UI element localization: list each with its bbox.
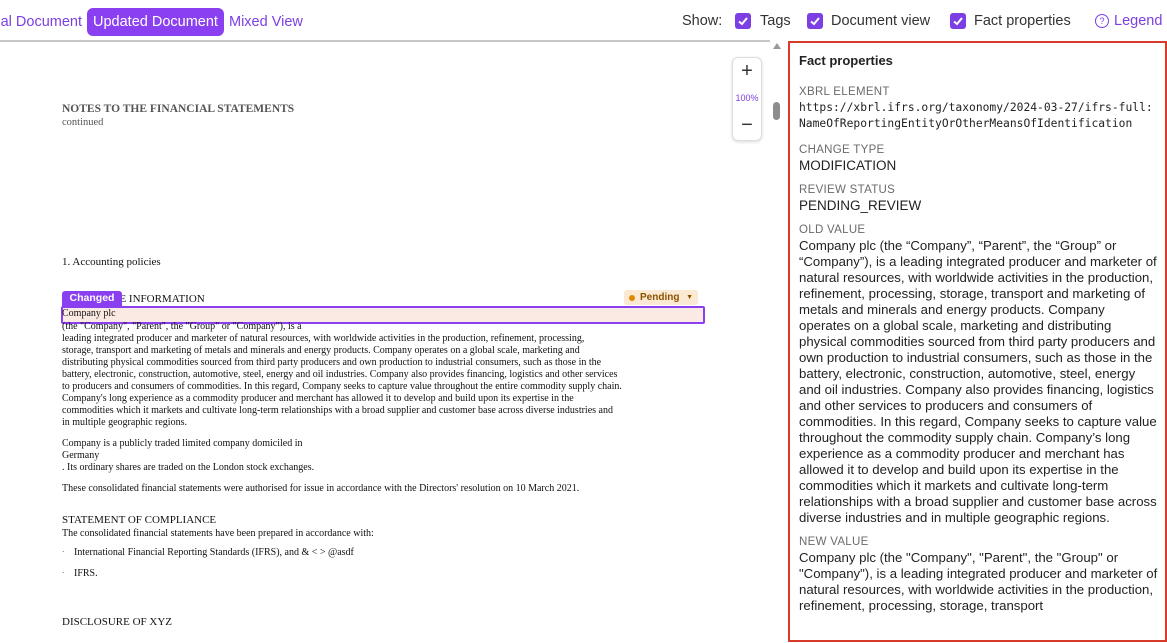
paragraph-line: Germany bbox=[62, 450, 100, 461]
new-value-text: Company plc (the "Company", "Parent", th… bbox=[799, 550, 1158, 613]
paragraph-line: . Its ordinary shares are traded on the … bbox=[62, 462, 315, 473]
zoom-control: + 100% − bbox=[732, 57, 762, 141]
chevron-down-icon: ▼ bbox=[686, 294, 693, 301]
help-circle-icon: ? bbox=[1095, 14, 1109, 28]
paragraph-line: commodities which it markets and cultiva… bbox=[62, 405, 613, 416]
scrollbar-thumb[interactable] bbox=[773, 102, 780, 120]
tab-mixed-view[interactable]: Mixed View bbox=[229, 8, 303, 36]
paragraph-line: battery, electronic, construction, autom… bbox=[62, 369, 618, 380]
document-view-checkbox[interactable] bbox=[807, 13, 823, 29]
bullet-marker: · bbox=[62, 548, 65, 556]
bullet-marker: · bbox=[62, 569, 65, 577]
accounting-policies-heading: 1. Accounting policies bbox=[62, 256, 161, 268]
old-value-label: OLD VALUE bbox=[799, 224, 866, 236]
xbrl-element-label: XBRL ELEMENT bbox=[799, 86, 890, 98]
scroll-up-arrow-icon[interactable] bbox=[773, 43, 781, 49]
tab-original-document[interactable]: Original Document bbox=[0, 8, 82, 36]
disclosure-heading: DISCLOSURE OF XYZ bbox=[62, 616, 173, 628]
pending-status-dropdown[interactable]: Pending ▼ bbox=[624, 290, 698, 305]
fact-properties-checkbox[interactable] bbox=[950, 13, 966, 29]
tags-checkbox-label[interactable]: Tags bbox=[760, 13, 791, 29]
tags-checkbox[interactable] bbox=[735, 13, 751, 29]
notes-heading: NOTES TO THE FINANCIAL STATEMENTS bbox=[62, 103, 295, 115]
fact-properties-panel: Fact properties XBRL ELEMENT https://xbr… bbox=[788, 41, 1167, 642]
paragraph-line: in multiple geographic regions. bbox=[62, 417, 187, 428]
change-type-value: MODIFICATION bbox=[799, 158, 897, 173]
legend-button[interactable]: ? Legend bbox=[1095, 13, 1162, 29]
check-icon bbox=[810, 17, 820, 26]
zoom-level: 100% bbox=[735, 93, 759, 103]
zoom-out-button[interactable]: − bbox=[733, 114, 761, 137]
zoom-in-button[interactable]: + bbox=[733, 60, 761, 83]
document-scrollbar[interactable] bbox=[771, 40, 783, 641]
highlighted-fact-text[interactable]: Company plc bbox=[62, 308, 116, 319]
paragraph-line: to producers and consumers of commoditie… bbox=[62, 381, 622, 392]
notes-subheading: continued bbox=[62, 117, 104, 128]
fact-properties-checkbox-label[interactable]: Fact properties bbox=[974, 13, 1071, 29]
paragraph-line: storage, transport and marketing of meta… bbox=[62, 345, 580, 356]
show-label: Show: bbox=[682, 13, 723, 29]
compliance-bullet: IFRS. bbox=[74, 568, 98, 579]
xbrl-element-value: https://xbrl.ifrs.org/taxonomy/2024-03-2… bbox=[799, 101, 1153, 130]
view-toolbar: Original Document Updated Document Mixed… bbox=[0, 0, 1167, 40]
compliance-heading: STATEMENT OF COMPLIANCE bbox=[62, 514, 217, 526]
paragraph-line: distributing physical commodities source… bbox=[62, 357, 602, 368]
check-icon bbox=[953, 17, 963, 26]
check-icon bbox=[738, 17, 748, 26]
paragraph-line: leading integrated producer and marketer… bbox=[62, 333, 585, 344]
fact-properties-title: Fact properties bbox=[799, 53, 893, 68]
changed-tag[interactable]: Changed bbox=[62, 291, 122, 306]
document-view-checkbox-label[interactable]: Document view bbox=[831, 13, 930, 29]
old-value-text: Company plc (the “Company”, “Parent”, th… bbox=[799, 238, 1157, 525]
tab-updated-document[interactable]: Updated Document bbox=[87, 8, 224, 36]
document-view: NOTES TO THE FINANCIAL STATEMENTS contin… bbox=[0, 40, 770, 643]
paragraph-line: Company's long experience as a commodity… bbox=[62, 393, 574, 404]
pending-label: Pending bbox=[640, 292, 680, 303]
new-value-label: NEW VALUE bbox=[799, 536, 869, 548]
review-status-value: PENDING_REVIEW bbox=[799, 198, 922, 213]
paragraph-line: (the "Company", "Parent", the "Group" or… bbox=[62, 321, 302, 332]
review-status-label: REVIEW STATUS bbox=[799, 184, 896, 196]
paragraph-line: Company is a publicly traded limited com… bbox=[62, 438, 303, 449]
change-type-label: CHANGE TYPE bbox=[799, 144, 885, 156]
compliance-intro: The consolidated financial statements ha… bbox=[62, 528, 374, 539]
authorisation-paragraph: These consolidated financial statements … bbox=[62, 483, 580, 494]
pending-dot-icon bbox=[629, 295, 635, 301]
compliance-bullet: International Financial Reporting Standa… bbox=[74, 547, 354, 558]
